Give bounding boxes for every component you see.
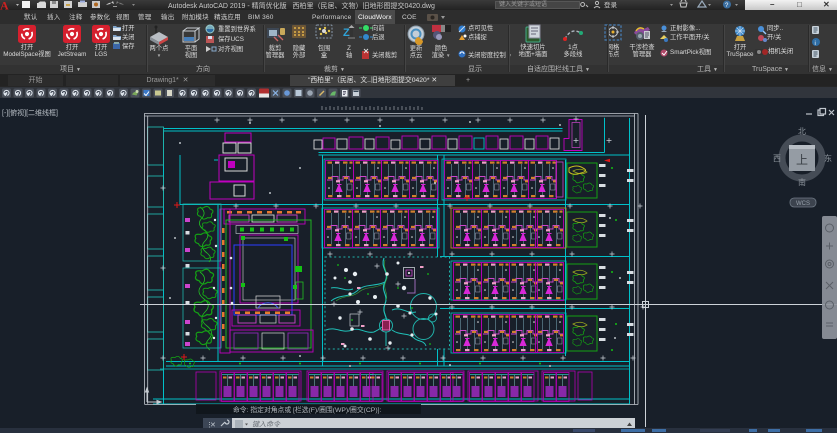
svg-text:西: 西 — [773, 154, 781, 163]
svg-text:键入命令: 键入命令 — [252, 421, 281, 429]
svg-text:A: A — [0, 0, 9, 10]
svg-text:南: 南 — [798, 177, 806, 187]
svg-text:WCS: WCS — [796, 201, 810, 207]
svg-text:北: 北 — [798, 127, 806, 136]
svg-text:登录: 登录 — [604, 0, 618, 9]
svg-text:Z: Z — [343, 27, 350, 39]
svg-text:命令: 指定对角点或 [栏选(F)/圈围(WP)/圈交(CP: 命令: 指定对角点或 [栏选(F)/圈围(WP)/圈交(CP)]: — [233, 405, 381, 414]
svg-text:东: 东 — [824, 153, 832, 163]
svg-text:i: i — [815, 41, 816, 47]
svg-text:上: 上 — [796, 153, 808, 167]
